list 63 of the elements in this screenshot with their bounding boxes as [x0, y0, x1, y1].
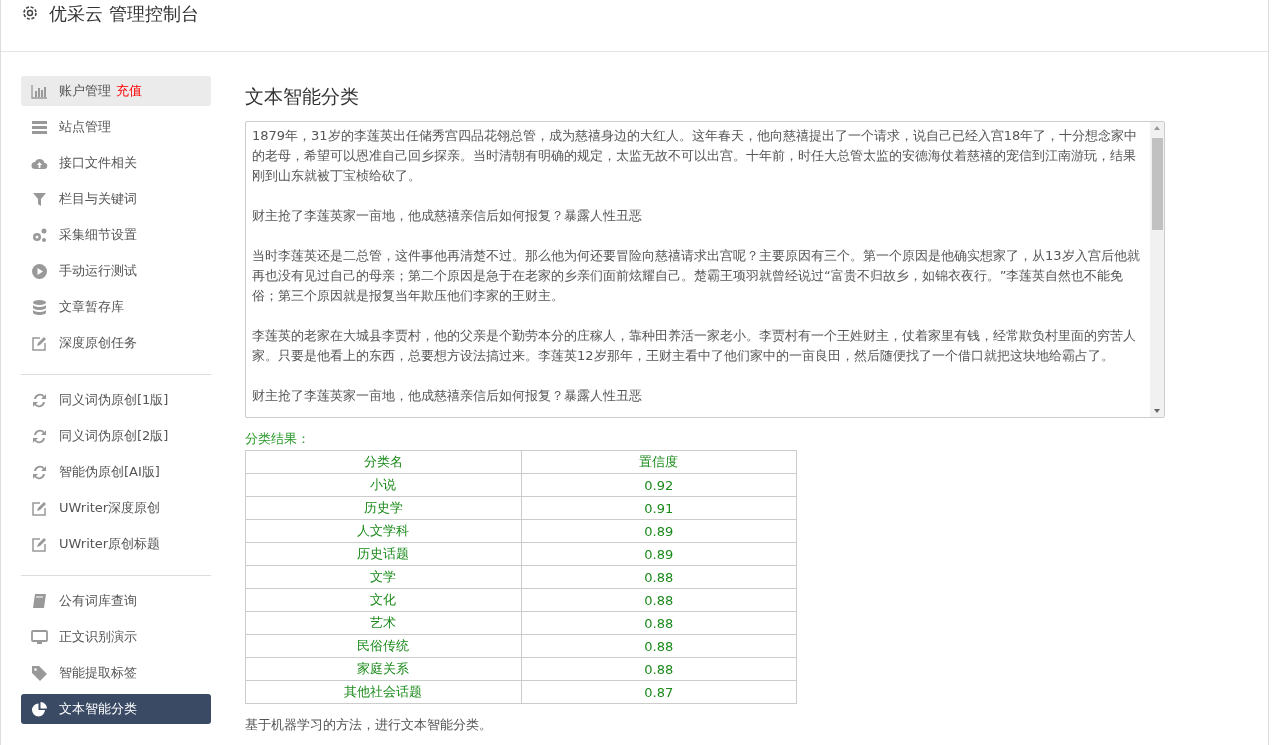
sidebar-item[interactable]: 站点管理	[21, 112, 211, 142]
monitor-icon	[31, 628, 48, 646]
table-cell: 文学	[245, 565, 521, 589]
sidebar-item[interactable]: 公有词库查询	[21, 586, 211, 616]
refresh-icon	[31, 391, 48, 409]
edit-icon	[31, 334, 48, 352]
table-cell: 0.88	[521, 588, 797, 612]
table-cell: 小说	[245, 473, 521, 497]
database-icon	[31, 298, 48, 316]
sidebar-item[interactable]: 手动运行测试	[21, 256, 211, 286]
sidebar-item[interactable]: 智能提取标签	[21, 658, 211, 688]
sidebar-item[interactable]: 同义词伪原创[1版]	[21, 385, 211, 415]
book-icon	[31, 592, 48, 610]
settings-icon	[21, 4, 39, 22]
table-cell: 0.89	[521, 542, 797, 566]
pie-chart-icon	[31, 700, 48, 718]
sidebar-item[interactable]: 文章暂存库	[21, 292, 211, 322]
text-input[interactable]: 1879年，31岁的李莲英出任储秀宫四品花翎总管，成为慈禧身边的大红人。这年春天，他向慈禧提出了一个请求，说自己已经入宫18年了，十分想念家中的老母，希望可以恩准自己回乡探亲。当时清朝有明确的规定，太监无故不可以出宫。十年前，时任大总管太监的安德海仗着慈禧的宠信到江南游玩，结果刚到山东就被丁宝桢给砍了。 财主抢了李莲英家一亩地，他成慈禧亲信后如何报复？暴露人性丑恶 当时李莲英还是二总管，这件事他再清楚不过。那么他为何还要冒险向慈禧请求出宫呢？主要原因有三个。第一个原因是他确实想家了，从13岁入宫后他就再也没有见过自己的母亲；第二个原因是急于在老家的乡亲们面前炫耀自己。楚霸王项羽就曾经说过“富贵不归故乡，如锦衣夜行。”李莲英自然也不能免俗；第三个原因就是报复当年欺压他们李家的王财主。 李莲英的老家在大城县李贾村，他的父亲是个勤劳本分的庄稼人，靠种田养活一家老小。李贾村有一个王姓财主，仗着家里有钱，经常欺负村里面的穷苦人家。只要是他看上的东西，总要想方设法搞过来。李莲英12岁那年，王财主看中了他们家中的一亩良田，然后随便找了一个借口就把这块地给霸占了。 财主抢了李莲英家一亩地，他成慈禧亲信后如何报复？暴露人性丑恶	[245, 121, 1165, 418]
table-cell: 家庭关系	[245, 657, 521, 681]
sidebar-item[interactable]: 账户管理 充值	[21, 76, 211, 106]
refresh-icon	[31, 463, 48, 481]
app-title: 优采云 管理控制台	[49, 2, 199, 26]
table-cell: 艺术	[245, 611, 521, 635]
edit-icon	[31, 499, 48, 517]
server-icon	[31, 118, 48, 136]
sidebar-item[interactable]: 智能伪原创[AI版]	[21, 457, 211, 487]
gears-icon	[31, 226, 48, 244]
table-cell: 民俗传统	[245, 634, 521, 658]
table-cell: 0.88	[521, 634, 797, 658]
table-cell: 历史话题	[245, 542, 521, 566]
result-label: 分类结果：	[245, 430, 311, 448]
tag-icon	[31, 664, 48, 682]
column-header: 置信度	[521, 450, 797, 474]
table-cell: 0.87	[521, 680, 797, 704]
sidebar-item[interactable]: 正文识别演示	[21, 622, 211, 652]
sidebar-item[interactable]: 深度原创任务	[21, 328, 211, 358]
edit-icon	[31, 535, 48, 553]
table-cell: 人文学科	[245, 519, 521, 543]
sidebar-item[interactable]: UWriter原创标题	[21, 529, 211, 559]
table-cell: 0.88	[521, 657, 797, 681]
sidebar-item[interactable]: 文本智能分类	[21, 694, 211, 724]
filter-icon	[31, 190, 48, 208]
play-icon	[31, 262, 48, 280]
table-cell: 0.92	[521, 473, 797, 497]
table-cell: 历史学	[245, 496, 521, 520]
description-text: 基于机器学习的方法，进行文本智能分类。	[245, 716, 493, 734]
table-cell: 0.89	[521, 519, 797, 543]
column-header: 分类名	[245, 450, 521, 474]
refresh-icon	[31, 427, 48, 445]
sidebar-item[interactable]: 同义词伪原创[2版]	[21, 421, 211, 451]
table-cell: 0.88	[521, 611, 797, 635]
bar-chart-icon	[31, 82, 48, 100]
sidebar-item[interactable]: 栏目与关键词	[21, 184, 211, 214]
scrollbar[interactable]	[1150, 122, 1164, 417]
sidebar-item[interactable]: 采集细节设置	[21, 220, 211, 250]
page-heading: 文本智能分类	[245, 84, 360, 109]
sidebar-item[interactable]: UWriter深度原创	[21, 493, 211, 523]
table-cell: 文化	[245, 588, 521, 612]
table-cell: 0.88	[521, 565, 797, 589]
sidebar-item[interactable]: 接口文件相关	[21, 148, 211, 178]
scrollbar-thumb[interactable]	[1151, 138, 1163, 230]
table-cell: 其他社会话题	[245, 680, 521, 704]
table-cell: 0.91	[521, 496, 797, 520]
